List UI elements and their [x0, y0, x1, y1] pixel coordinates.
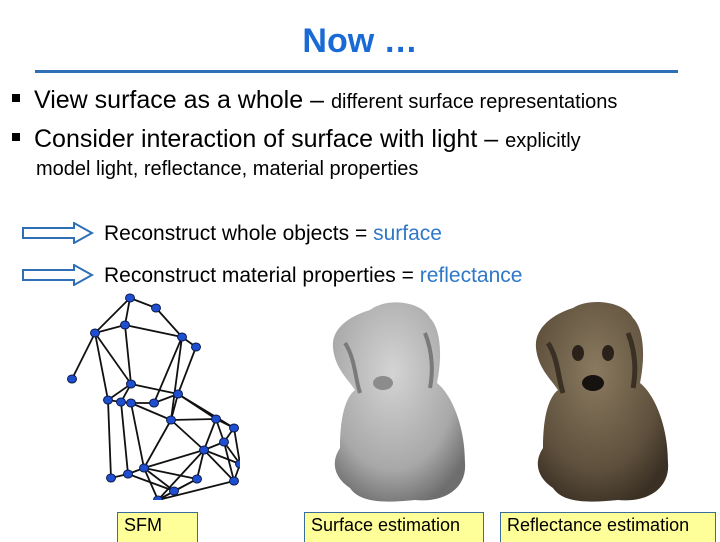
- mesh-edge: [71, 332, 96, 380]
- mesh-node: [153, 495, 163, 500]
- arrow-highlight: surface: [373, 222, 442, 245]
- bullet-item-1: View surface as a whole – different surf…: [12, 86, 617, 115]
- mesh-node: [229, 423, 239, 433]
- bullet-detail-text: different surface representations: [330, 91, 618, 113]
- slide-title: Now …: [302, 22, 418, 60]
- arrow-text-main: Reconstruct whole objects =: [104, 222, 374, 245]
- mesh-edge: [124, 324, 132, 385]
- mesh-node: [211, 414, 221, 424]
- mesh-node: [166, 415, 176, 425]
- mesh-node: [192, 474, 202, 484]
- figure-label-sfm: SFM: [117, 512, 198, 542]
- mesh-node: [123, 469, 133, 479]
- mesh-node: [177, 332, 187, 342]
- bullet-item-2: Consider interaction of surface with lig…: [12, 125, 581, 154]
- mesh-node: [126, 379, 136, 389]
- mesh-node: [229, 476, 239, 486]
- bullet-main-text: View surface as a whole –: [34, 86, 331, 114]
- right-arrow-icon: [22, 222, 94, 244]
- bullet-square-icon: [12, 94, 20, 103]
- mesh-edge: [170, 419, 205, 451]
- mesh-node: [169, 486, 179, 496]
- mesh-node: [173, 389, 183, 399]
- bullet-square-icon: [12, 133, 20, 142]
- arrow-text: Reconstruct whole objects = surface: [104, 222, 442, 246]
- mesh-node: [67, 374, 77, 384]
- mesh-edge: [130, 383, 179, 395]
- mesh-node: [191, 342, 201, 352]
- mesh-node: [199, 445, 209, 455]
- mesh-node: [90, 328, 100, 338]
- mesh-node: [235, 459, 240, 469]
- brown-dog-reflectance: [535, 302, 669, 502]
- mesh-node: [139, 463, 149, 473]
- title-underline: [35, 70, 678, 73]
- mesh-node: [219, 437, 229, 447]
- mesh-edge: [177, 346, 197, 395]
- mesh-node: [106, 473, 116, 483]
- bullet-continuation-text: model light, reflectance, material prope…: [36, 158, 419, 180]
- arrow-highlight: reflectance: [419, 264, 523, 287]
- mesh-node: [120, 320, 130, 330]
- mesh-node: [126, 398, 136, 408]
- bullet-main-text: Consider interaction of surface with lig…: [34, 125, 506, 153]
- mesh-edge: [120, 401, 129, 475]
- sfm-point-mesh: [67, 293, 240, 500]
- mesh-edge: [170, 418, 217, 421]
- mesh-node: [116, 397, 126, 407]
- mesh-edge: [130, 402, 145, 469]
- mesh-edge: [177, 393, 235, 429]
- bullet-detail-text: explicitly: [505, 130, 581, 152]
- mesh-node: [149, 398, 159, 408]
- mesh-edge: [107, 399, 112, 479]
- figure-label-surface: Surface estimation: [304, 512, 484, 542]
- figure-label-reflectance: Reflectance estimation: [500, 512, 716, 542]
- mesh-node: [125, 293, 135, 303]
- mesh-node: [151, 303, 161, 313]
- mesh-node: [103, 395, 113, 405]
- gray-dog-surface: [332, 302, 466, 502]
